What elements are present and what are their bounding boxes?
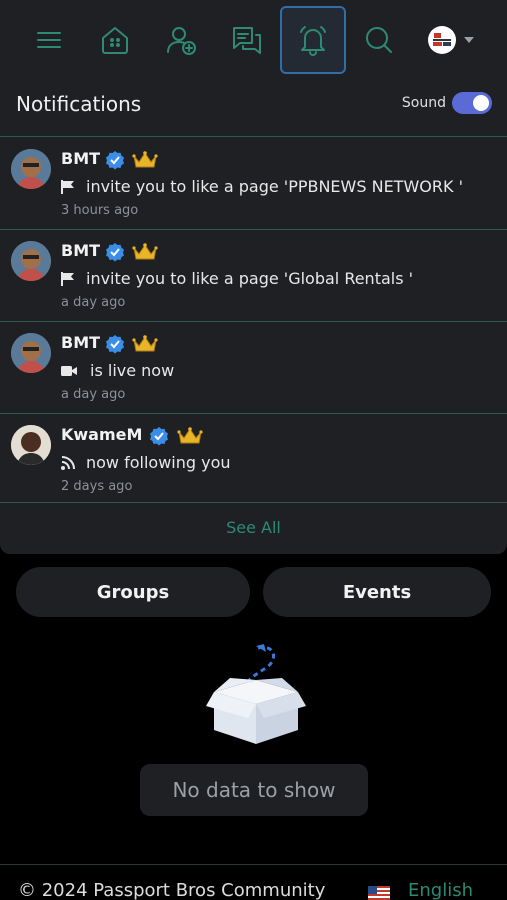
avatar bbox=[11, 333, 51, 373]
empty-state-message: No data to show bbox=[140, 764, 368, 816]
menu-icon bbox=[37, 32, 61, 48]
notification-item[interactable]: KwameM now following you 2 days ago bbox=[0, 413, 507, 505]
top-navigation bbox=[0, 0, 507, 82]
notifications-button[interactable] bbox=[280, 6, 346, 74]
us-flag-icon bbox=[368, 886, 390, 900]
verified-badge-icon bbox=[106, 243, 124, 262]
verified-badge-icon bbox=[106, 151, 124, 170]
profile-logo-icon bbox=[431, 31, 453, 49]
sound-label: Sound bbox=[401, 95, 446, 111]
add-friend-button[interactable] bbox=[148, 6, 214, 74]
home-icon bbox=[102, 27, 128, 54]
empty-box-icon bbox=[206, 644, 306, 744]
notification-time: a day ago bbox=[61, 295, 126, 310]
avatar bbox=[11, 241, 51, 281]
notification-item[interactable]: BMT is live now a day ago bbox=[0, 321, 507, 413]
user-name[interactable]: BMT bbox=[61, 241, 100, 260]
notification-item[interactable]: BMT invite you to like a page 'PPBNEWS N… bbox=[0, 137, 507, 229]
user-name[interactable]: BMT bbox=[61, 149, 100, 168]
notifications-header: Notifications Sound bbox=[16, 92, 492, 122]
bell-icon bbox=[300, 26, 326, 56]
messages-icon bbox=[233, 27, 261, 54]
groups-tab[interactable]: Groups bbox=[16, 567, 250, 617]
footer-divider bbox=[0, 864, 507, 865]
sound-toggle[interactable] bbox=[452, 92, 492, 114]
notification-text: now following you bbox=[86, 453, 231, 472]
crown-icon bbox=[132, 151, 158, 168]
rss-icon bbox=[61, 456, 75, 470]
notification-item[interactable]: BMT invite you to like a page 'Global Re… bbox=[0, 229, 507, 321]
flag-icon bbox=[61, 180, 74, 194]
toggle-knob bbox=[473, 95, 489, 111]
messages-button[interactable] bbox=[214, 6, 280, 74]
events-tab[interactable]: Events bbox=[263, 567, 491, 617]
chevron-down-icon[interactable] bbox=[464, 37, 474, 43]
crown-icon bbox=[132, 243, 158, 260]
search-icon bbox=[366, 27, 392, 53]
video-icon bbox=[61, 366, 77, 376]
footer-copyright: © 2024 Passport Bros Community bbox=[18, 880, 326, 900]
menu-button[interactable] bbox=[16, 6, 82, 74]
user-name[interactable]: KwameM bbox=[61, 425, 142, 444]
notification-text: is live now bbox=[90, 361, 175, 380]
notification-text: invite you to like a page 'PPBNEWS NETWO… bbox=[86, 177, 463, 196]
notification-time: 2 days ago bbox=[61, 479, 133, 494]
user-name[interactable]: BMT bbox=[61, 333, 100, 352]
see-all-link[interactable]: See All bbox=[0, 518, 507, 537]
verified-badge-icon bbox=[150, 427, 168, 446]
profile-avatar[interactable] bbox=[428, 26, 456, 54]
avatar bbox=[11, 425, 51, 465]
language-selector[interactable]: English bbox=[408, 880, 473, 900]
verified-badge-icon bbox=[106, 335, 124, 354]
notifications-panel: Notifications Sound BMT invite you to li… bbox=[0, 0, 507, 554]
notification-time: 3 hours ago bbox=[61, 203, 139, 218]
search-button[interactable] bbox=[346, 6, 412, 74]
notification-text: invite you to like a page 'Global Rental… bbox=[86, 269, 414, 288]
notifications-title: Notifications bbox=[16, 92, 142, 116]
flag-icon bbox=[61, 272, 74, 286]
crown-icon bbox=[132, 335, 158, 352]
crown-icon bbox=[177, 427, 203, 444]
add-user-icon bbox=[167, 27, 196, 55]
home-button[interactable] bbox=[82, 6, 148, 74]
divider bbox=[0, 502, 507, 503]
notification-time: a day ago bbox=[61, 387, 126, 402]
avatar bbox=[11, 149, 51, 189]
